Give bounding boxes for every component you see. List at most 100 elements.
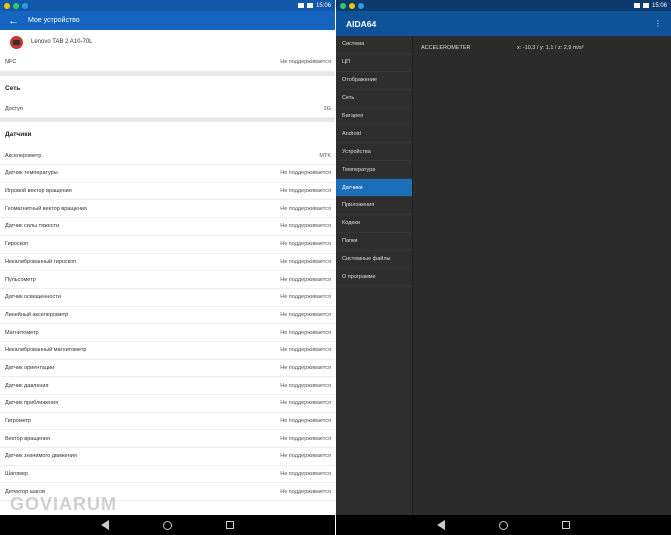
sensor-value: Не поддерживается	[280, 382, 331, 389]
item-label: Доступ	[5, 106, 23, 113]
sensor-row[interactable]: Гигрометр Не поддерживается	[0, 413, 335, 431]
sensor-row[interactable]: Магнитометр Не поддерживается	[0, 324, 335, 342]
sensor-value: Не поддерживается	[280, 311, 331, 318]
nav-home-icon[interactable]	[499, 520, 508, 530]
sensor-row[interactable]: Шагомер Не поддерживается	[0, 466, 335, 484]
status-time: 15:06	[315, 2, 331, 9]
sensor-label: Гироскоп	[5, 241, 29, 248]
sensor-row[interactable]: Датчик значимого движения Не поддерживает…	[0, 448, 335, 466]
sensor-value: Не поддерживается	[280, 418, 331, 425]
sensor-value: Не поддерживается	[280, 435, 331, 442]
menu-item[interactable]: Папки	[336, 233, 412, 251]
back-arrow-icon[interactable]: ←	[8, 15, 22, 27]
sensor-label: Некалиброванный гироскоп	[5, 258, 77, 265]
sensor-value: Не поддерживается	[280, 223, 331, 230]
sensor-value: Не поддерживается	[280, 258, 331, 265]
menu-item[interactable]: ЦП	[336, 54, 412, 72]
sensor-row[interactable]: Некалиброванный магнитометр Не поддержива…	[0, 342, 335, 360]
nav-back-icon[interactable]	[101, 520, 109, 530]
sensor-row[interactable]: Датчик освещенности Не поддерживается	[0, 289, 335, 307]
side-menu: Система ЦП Отображение Сеть Батарея Android Ус…	[336, 36, 413, 515]
sensor-label: Гигрометр	[5, 418, 32, 425]
sensor-label: Геомагнитный вектор вращения	[5, 205, 87, 212]
notification-icon	[22, 2, 28, 9]
app-bar: AIDA64 ⋮	[336, 11, 671, 36]
nav-recents-icon[interactable]	[562, 521, 570, 529]
menu-item[interactable]: Датчики	[336, 179, 412, 198]
sensor-label: Датчик приближения	[5, 400, 59, 407]
detail-value: x: -10,3 / y: 1,1 / z: 2,9 m/s²	[517, 45, 584, 51]
sensor-value: MTK	[319, 152, 331, 159]
menu-item[interactable]: Температура	[336, 161, 412, 180]
app-bar: ← Мое устройство	[0, 11, 335, 30]
sensor-row[interactable]: Геомагнитный вектор вращения Не поддержив…	[0, 200, 335, 219]
nav-recents-icon[interactable]	[226, 521, 234, 529]
nav-bar	[0, 515, 335, 535]
menu-item[interactable]: Android	[336, 125, 412, 144]
status-time: 15:06	[651, 2, 667, 9]
menu-item[interactable]: О программе	[336, 269, 412, 287]
status-bar: 15:06	[0, 0, 335, 11]
sensor-row[interactable]: Датчик температуры Не поддерживается	[0, 165, 335, 183]
menu-item[interactable]: Сеть	[336, 90, 412, 108]
sensor-value: Не поддерживается	[280, 364, 331, 371]
sensor-label: Некалиброванный магнитометр	[5, 347, 87, 354]
device-name: Lenovo TAB 2 A10-70L	[31, 39, 93, 45]
sensor-label: Датчик температуры	[5, 170, 58, 177]
sensor-row[interactable]: Линейный акселерометр Не поддерживается	[0, 307, 335, 325]
menu-item[interactable]: Отображение	[336, 72, 412, 90]
sensor-label: Пульсометр	[5, 276, 36, 283]
app-title: AIDA64	[346, 18, 377, 29]
nav-back-icon[interactable]	[437, 520, 445, 530]
sensor-label: Шагомер	[5, 471, 28, 478]
sensor-value: Не поддерживается	[280, 347, 331, 354]
right-screen: 15:06 AIDA64 ⋮ Система ЦП Отображение Сеть Б…	[336, 0, 671, 535]
sensor-value: Не поддерживается	[280, 241, 331, 248]
sensor-value: Не поддерживается	[280, 488, 331, 495]
sensor-row[interactable]: Гироскоп Не поддерживается	[0, 236, 335, 254]
sensor-row[interactable]: Некалиброванный гироскоп Не поддерживаетс…	[0, 254, 335, 272]
notification-icon	[4, 2, 10, 9]
sensor-label: Датчик ориентации	[5, 364, 55, 371]
sensor-row[interactable]: Датчик приближения Не поддерживается	[0, 395, 335, 413]
sensor-row[interactable]: Датчик ориентации Не поддерживается	[0, 360, 335, 378]
left-screen: 15:06 ← Мое устройство Lenovo TAB 2 A10-…	[0, 0, 335, 535]
item-label: NFC	[5, 59, 17, 66]
sensor-value: Не поддерживается	[280, 453, 331, 460]
sensor-row[interactable]: Вектор вращения Не поддерживается	[0, 430, 335, 449]
menu-item[interactable]: Приложения	[336, 197, 412, 215]
signal-icon	[633, 3, 640, 8]
sensor-value: Не поддерживается	[280, 294, 331, 301]
section-header: Сеть	[5, 84, 21, 92]
watermark: GOVIARUM	[10, 494, 117, 514]
list-item[interactable]: NFC Не поддерживается	[0, 54, 335, 72]
sensor-label: Датчик освещенности	[5, 294, 61, 301]
menu-item[interactable]: Кодеки	[336, 215, 412, 233]
menu-item[interactable]: Система	[336, 36, 412, 54]
device-icon	[10, 35, 23, 49]
section-header: Датчики	[5, 131, 32, 139]
menu-item[interactable]: Батарея	[336, 108, 412, 126]
menu-item[interactable]: Системные файлы	[336, 251, 412, 269]
sensor-value: Не поддерживается	[280, 471, 331, 478]
sensor-list: Акселерометр MTK Датчик температуры Не подд…	[0, 147, 335, 502]
sensor-label: Вектор вращения	[5, 435, 50, 442]
menu-item[interactable]: Устройства	[336, 143, 412, 162]
sensor-row[interactable]: Акселерометр MTK	[0, 147, 335, 166]
list-item[interactable]: Доступ 3G	[0, 101, 335, 119]
nav-bar	[336, 515, 671, 535]
sensor-value: Не поддерживается	[280, 276, 331, 283]
detail-key: ACCELEROMETER	[421, 45, 471, 51]
sensor-row[interactable]: Игровой вектор вращения Не поддерживается	[0, 183, 335, 201]
sensor-row[interactable]: Датчик силы тяжести Не поддерживается	[0, 218, 335, 236]
battery-icon	[306, 3, 313, 8]
sensor-row[interactable]: Пульсометр Не поддерживается	[0, 271, 335, 289]
sensor-label: Акселерометр	[5, 152, 42, 159]
notification-icon	[349, 2, 355, 9]
sensor-value: Не поддерживается	[280, 188, 331, 195]
nav-home-icon[interactable]	[163, 520, 172, 530]
sensor-row[interactable]: Датчик давления Не поддерживается	[0, 377, 335, 395]
item-value: 3G	[323, 106, 331, 113]
status-bar: 15:06	[336, 0, 671, 11]
more-vert-icon[interactable]: ⋮	[654, 19, 662, 28]
